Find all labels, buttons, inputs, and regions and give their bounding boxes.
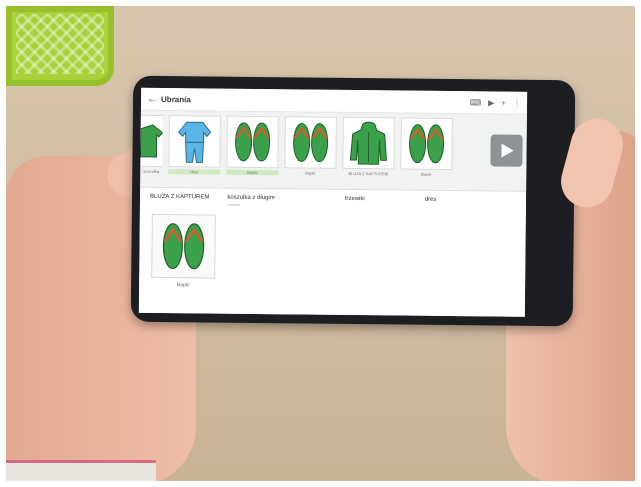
sentence-card[interactable]: klapki	[151, 213, 216, 289]
tablet-device: ← Ubrania ⌨ ▶ + ⋮ koszulka dres klapki k…	[130, 75, 576, 327]
tablet-screen: ← Ubrania ⌨ ▶ + ⋮ koszulka dres klapki k…	[138, 87, 528, 317]
symbol-label: dres	[168, 169, 221, 175]
green-basket	[6, 6, 114, 86]
symbol-label: klapki	[421, 171, 432, 177]
hoodie-icon	[342, 116, 395, 170]
photo-scene: ← Ubrania ⌨ ▶ + ⋮ koszulka dres klapki k…	[6, 6, 635, 481]
symbol-tile-flipflops[interactable]: klapki	[226, 115, 279, 176]
plus-icon[interactable]: +	[501, 98, 506, 107]
card-label: klapki	[176, 282, 190, 289]
sentence-word[interactable]: BLUZA Z KAPTUREM	[150, 194, 209, 201]
symbol-strip: koszulka dres klapki klapki BLUZA Z KAPT…	[140, 110, 527, 191]
flipflops-icon	[226, 115, 279, 169]
keyboard-icon[interactable]: ⌨	[470, 98, 482, 107]
sentence-words: BLUZA Z KAPTUREM koszulka z długim trzew…	[140, 188, 526, 204]
symbol-label: klapki	[226, 169, 279, 176]
flipflops-icon	[284, 116, 337, 169]
sentence-word[interactable]: koszulka z długim	[227, 195, 274, 201]
play-icon[interactable]: ▶	[488, 98, 494, 107]
page-title: Ubrania	[161, 94, 191, 104]
symbol-label: koszulka	[143, 168, 160, 174]
symbol-tile-tracksuit[interactable]: dres	[168, 115, 221, 175]
sentence-subtext: rękawem	[227, 202, 241, 207]
tracksuit-icon	[168, 115, 221, 168]
basket-pattern	[16, 14, 104, 74]
symbol-label: BLUZA Z KAPTUREM	[348, 170, 389, 177]
flipflops-icon	[151, 213, 216, 279]
cable	[6, 460, 156, 481]
flipflops-icon	[400, 117, 453, 171]
play-next-icon[interactable]	[490, 134, 523, 167]
shirt-icon	[140, 114, 163, 168]
back-arrow-icon[interactable]: ←	[147, 93, 161, 104]
symbol-label: klapki	[305, 170, 316, 176]
sentence-area: BLUZA Z KAPTUREM koszulka z długim trzew…	[138, 186, 527, 317]
sentence-word[interactable]: dres	[425, 197, 437, 203]
symbol-tile-shirt[interactable]: koszulka	[140, 114, 163, 174]
symbol-tile-flipflops[interactable]: klapki	[284, 116, 337, 176]
symbol-tile-flipflops[interactable]: klapki	[400, 117, 453, 177]
symbol-tile-hoodie[interactable]: BLUZA Z KAPTUREM	[342, 116, 395, 177]
sentence-word[interactable]: trzewiki	[345, 196, 365, 202]
more-icon[interactable]: ⋮	[513, 98, 521, 107]
